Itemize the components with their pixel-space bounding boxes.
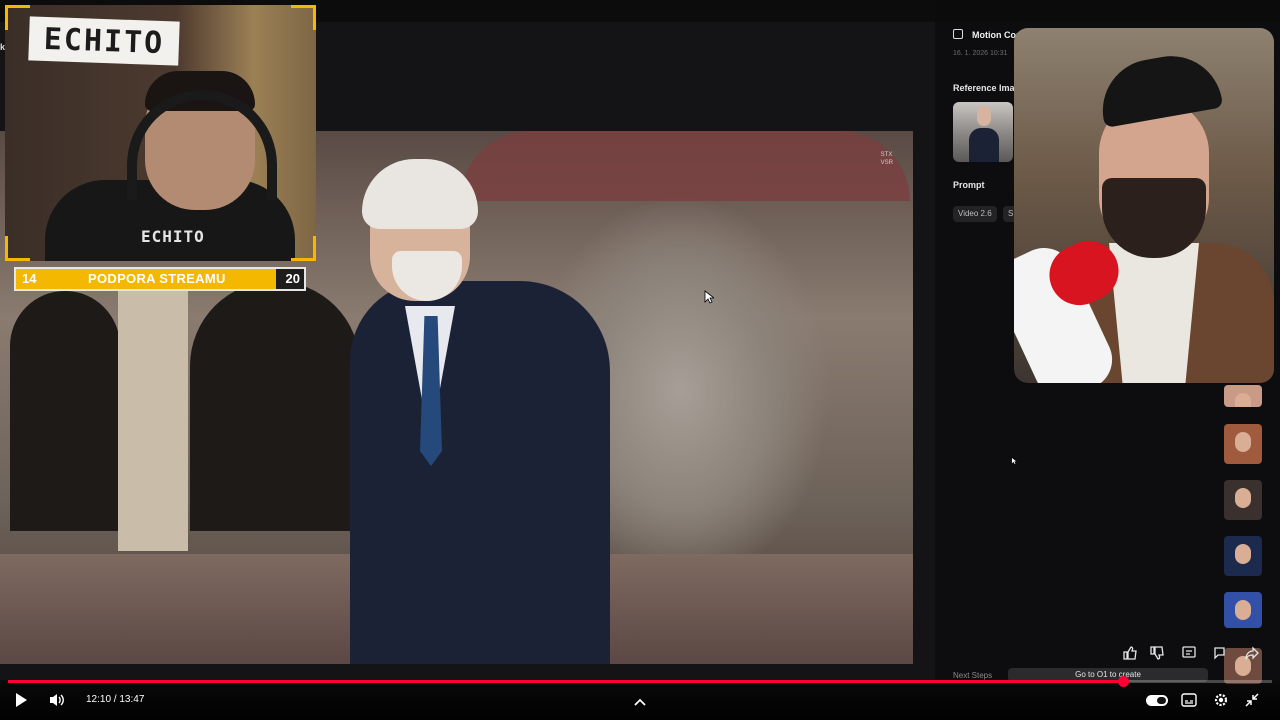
- avatar-face: [1235, 432, 1251, 452]
- goal-start-value: 14: [22, 271, 37, 286]
- avatar[interactable]: [1224, 536, 1262, 576]
- avatar[interactable]: [1224, 592, 1262, 628]
- goal-title: PODPORA STREAMU: [88, 271, 226, 286]
- goal-end-value: 20: [285, 271, 300, 286]
- play-button[interactable]: [14, 692, 28, 711]
- avatar-face: [1235, 544, 1251, 564]
- progress-fill: [8, 680, 1123, 683]
- webcam-sign-text: ECHITO: [43, 21, 165, 61]
- mouse-cursor-icon: [1011, 452, 1018, 470]
- facecam-cap: [1094, 48, 1224, 128]
- tower-roof: [460, 131, 910, 201]
- next-steps-label: Next Steps: [953, 671, 993, 680]
- video-icon: [953, 29, 963, 39]
- like-icon[interactable]: [1121, 645, 1139, 663]
- reference-image-thumbnail[interactable]: [953, 102, 1013, 162]
- pillar: [118, 281, 188, 551]
- person-hair: [362, 159, 478, 229]
- avatar[interactable]: [1224, 424, 1262, 464]
- thumb-head: [977, 106, 991, 126]
- share-icon[interactable]: [1243, 645, 1261, 663]
- webcam-sign: ECHITO: [28, 16, 180, 66]
- avatar[interactable]: [1224, 385, 1262, 407]
- watermark-line: STX: [880, 152, 893, 158]
- arch: [190, 281, 360, 531]
- streamer-webcam: ECHITO ECHITO: [5, 5, 316, 261]
- avatar-face: [1235, 393, 1251, 407]
- dislike-icon[interactable]: [1148, 645, 1166, 663]
- time-display: 12:10 / 13:47: [86, 694, 145, 705]
- panel-date: 16. 1. 2026 10:31: [953, 50, 1008, 57]
- volume-icon[interactable]: [48, 692, 66, 711]
- facecam-tshirt: [1109, 243, 1199, 383]
- settings-gear-icon[interactable]: [1213, 692, 1229, 711]
- reference-image-label: Reference Imag: [953, 83, 1021, 93]
- avatar-face: [1235, 600, 1251, 620]
- model-chip[interactable]: Video 2.6: [953, 206, 997, 222]
- stream-goal-bar: 14 PODPORA STREAMU 20: [14, 267, 306, 291]
- avatar-face: [1235, 488, 1251, 508]
- reactor-facecam: [1014, 28, 1274, 383]
- chevron-up-icon[interactable]: [633, 694, 647, 710]
- watermark-line: VSR: [880, 160, 893, 166]
- frame-corner: [5, 5, 30, 30]
- toggle-knob: [1157, 697, 1166, 704]
- mouse-cursor-icon: [704, 290, 716, 309]
- chat-icon[interactable]: [1212, 645, 1230, 663]
- person-suit: [350, 281, 610, 664]
- avatar[interactable]: [1224, 480, 1262, 520]
- frame-corner: [291, 236, 316, 261]
- shirt-print: ECHITO: [141, 227, 205, 246]
- subtitles-icon[interactable]: [1181, 693, 1197, 710]
- comment-icon[interactable]: [1180, 645, 1198, 663]
- arch: [10, 291, 120, 531]
- watermark: STX VSR: [881, 151, 893, 167]
- thumb-figure: [969, 128, 999, 162]
- prompt-label: Prompt: [953, 180, 985, 190]
- frame-corner: [5, 236, 30, 261]
- exit-fullscreen-icon[interactable]: [1245, 693, 1259, 710]
- frame-corner: [291, 5, 316, 30]
- progress-scrubber[interactable]: [1118, 676, 1129, 687]
